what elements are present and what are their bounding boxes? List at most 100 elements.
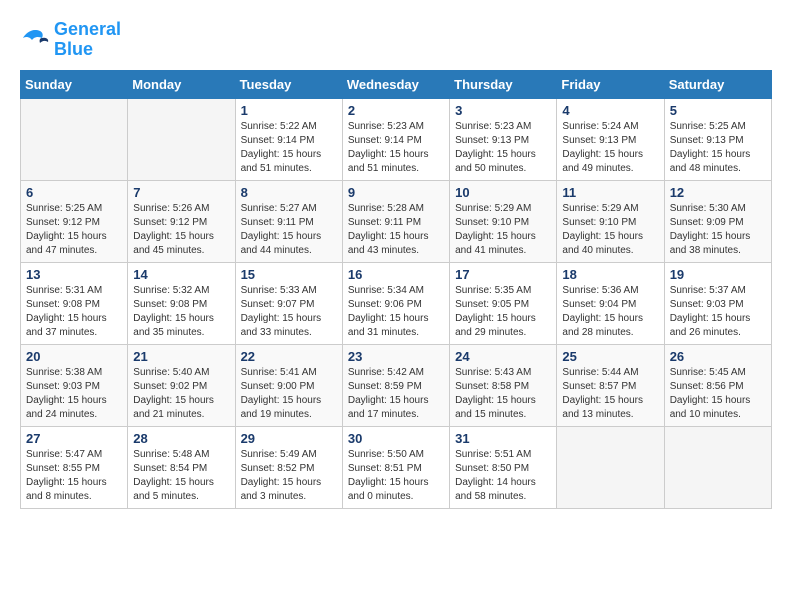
day-number: 25 <box>562 349 658 364</box>
calendar-day-cell <box>557 426 664 508</box>
weekday-header: Tuesday <box>235 70 342 98</box>
day-number: 13 <box>26 267 122 282</box>
calendar-day-cell: 21 Sunrise: 5:40 AM Sunset: 9:02 PM Dayli… <box>128 344 235 426</box>
day-info: Sunrise: 5:29 AM Sunset: 9:10 PM Dayligh… <box>562 202 658 258</box>
day-number: 3 <box>455 103 551 118</box>
logo: General Blue <box>20 20 121 60</box>
page-header: General Blue <box>20 20 772 60</box>
calendar-day-cell: 4 Sunrise: 5:24 AM Sunset: 9:13 PM Daylig… <box>557 98 664 180</box>
calendar-day-cell: 12 Sunrise: 5:30 AM Sunset: 9:09 PM Dayli… <box>664 180 771 262</box>
calendar-header-row: SundayMondayTuesdayWednesdayThursdayFrid… <box>21 70 772 98</box>
day-number: 15 <box>241 267 337 282</box>
day-info: Sunrise: 5:45 AM Sunset: 8:56 PM Dayligh… <box>670 366 766 422</box>
day-info: Sunrise: 5:23 AM Sunset: 9:13 PM Dayligh… <box>455 120 551 176</box>
day-info: Sunrise: 5:42 AM Sunset: 8:59 PM Dayligh… <box>348 366 444 422</box>
calendar-day-cell: 8 Sunrise: 5:27 AM Sunset: 9:11 PM Daylig… <box>235 180 342 262</box>
calendar-day-cell: 29 Sunrise: 5:49 AM Sunset: 8:52 PM Dayli… <box>235 426 342 508</box>
calendar-day-cell <box>664 426 771 508</box>
weekday-header: Thursday <box>450 70 557 98</box>
calendar-day-cell: 31Sunrise: 5:51 AM Sunset: 8:50 PM Dayli… <box>450 426 557 508</box>
calendar-day-cell: 17Sunrise: 5:35 AM Sunset: 9:05 PM Dayli… <box>450 262 557 344</box>
day-number: 28 <box>133 431 229 446</box>
day-number: 29 <box>241 431 337 446</box>
calendar-day-cell: 6Sunrise: 5:25 AM Sunset: 9:12 PM Daylig… <box>21 180 128 262</box>
weekday-header: Monday <box>128 70 235 98</box>
day-info: Sunrise: 5:25 AM Sunset: 9:13 PM Dayligh… <box>670 120 766 176</box>
day-info: Sunrise: 5:43 AM Sunset: 8:58 PM Dayligh… <box>455 366 551 422</box>
day-number: 21 <box>133 349 229 364</box>
day-number: 2 <box>348 103 444 118</box>
calendar-day-cell: 1Sunrise: 5:22 AM Sunset: 9:14 PM Daylig… <box>235 98 342 180</box>
calendar-day-cell: 2 Sunrise: 5:23 AM Sunset: 9:14 PM Daylig… <box>342 98 449 180</box>
logo-bird-icon <box>20 28 50 52</box>
day-info: Sunrise: 5:32 AM Sunset: 9:08 PM Dayligh… <box>133 284 229 340</box>
calendar-day-cell <box>128 98 235 180</box>
calendar-week-row: 20 Sunrise: 5:38 AM Sunset: 9:03 PM Dayli… <box>21 344 772 426</box>
calendar-table: SundayMondayTuesdayWednesdayThursdayFrid… <box>20 70 772 509</box>
day-number: 11 <box>562 185 658 200</box>
day-number: 5 <box>670 103 766 118</box>
calendar-day-cell: 28Sunrise: 5:48 AM Sunset: 8:54 PM Dayli… <box>128 426 235 508</box>
calendar-day-cell <box>21 98 128 180</box>
day-number: 20 <box>26 349 122 364</box>
weekday-header: Sunday <box>21 70 128 98</box>
calendar-day-cell: 25 Sunrise: 5:44 AM Sunset: 8:57 PM Dayli… <box>557 344 664 426</box>
calendar-week-row: 13 Sunrise: 5:31 AM Sunset: 9:08 PM Dayli… <box>21 262 772 344</box>
day-info: Sunrise: 5:36 AM Sunset: 9:04 PM Dayligh… <box>562 284 658 340</box>
day-info: Sunrise: 5:47 AM Sunset: 8:55 PM Dayligh… <box>26 448 122 504</box>
day-number: 27 <box>26 431 122 446</box>
calendar-day-cell: 14 Sunrise: 5:32 AM Sunset: 9:08 PM Dayli… <box>128 262 235 344</box>
day-info: Sunrise: 5:41 AM Sunset: 9:00 PM Dayligh… <box>241 366 337 422</box>
calendar-day-cell: 19 Sunrise: 5:37 AM Sunset: 9:03 PM Dayli… <box>664 262 771 344</box>
day-number: 31 <box>455 431 551 446</box>
day-number: 10 <box>455 185 551 200</box>
day-info: Sunrise: 5:33 AM Sunset: 9:07 PM Dayligh… <box>241 284 337 340</box>
day-info: Sunrise: 5:22 AM Sunset: 9:14 PM Dayligh… <box>241 120 337 176</box>
calendar-day-cell: 3 Sunrise: 5:23 AM Sunset: 9:13 PM Daylig… <box>450 98 557 180</box>
calendar-day-cell: 24 Sunrise: 5:43 AM Sunset: 8:58 PM Dayli… <box>450 344 557 426</box>
day-number: 18 <box>562 267 658 282</box>
day-number: 7 <box>133 185 229 200</box>
weekday-header: Friday <box>557 70 664 98</box>
day-info: Sunrise: 5:31 AM Sunset: 9:08 PM Dayligh… <box>26 284 122 340</box>
day-number: 9 <box>348 185 444 200</box>
weekday-header: Saturday <box>664 70 771 98</box>
day-info: Sunrise: 5:24 AM Sunset: 9:13 PM Dayligh… <box>562 120 658 176</box>
calendar-week-row: 27 Sunrise: 5:47 AM Sunset: 8:55 PM Dayli… <box>21 426 772 508</box>
day-info: Sunrise: 5:44 AM Sunset: 8:57 PM Dayligh… <box>562 366 658 422</box>
day-info: Sunrise: 5:27 AM Sunset: 9:11 PM Dayligh… <box>241 202 337 258</box>
day-info: Sunrise: 5:37 AM Sunset: 9:03 PM Dayligh… <box>670 284 766 340</box>
day-info: Sunrise: 5:29 AM Sunset: 9:10 PM Dayligh… <box>455 202 551 258</box>
logo-text: General Blue <box>54 20 121 60</box>
calendar-week-row: 6Sunrise: 5:25 AM Sunset: 9:12 PM Daylig… <box>21 180 772 262</box>
day-number: 30 <box>348 431 444 446</box>
calendar-day-cell: 16Sunrise: 5:34 AM Sunset: 9:06 PM Dayli… <box>342 262 449 344</box>
day-number: 19 <box>670 267 766 282</box>
day-info: Sunrise: 5:28 AM Sunset: 9:11 PM Dayligh… <box>348 202 444 258</box>
day-number: 8 <box>241 185 337 200</box>
calendar-day-cell: 23 Sunrise: 5:42 AM Sunset: 8:59 PM Dayli… <box>342 344 449 426</box>
calendar-day-cell: 18 Sunrise: 5:36 AM Sunset: 9:04 PM Dayli… <box>557 262 664 344</box>
day-info: Sunrise: 5:40 AM Sunset: 9:02 PM Dayligh… <box>133 366 229 422</box>
calendar-day-cell: 13 Sunrise: 5:31 AM Sunset: 9:08 PM Dayli… <box>21 262 128 344</box>
day-info: Sunrise: 5:30 AM Sunset: 9:09 PM Dayligh… <box>670 202 766 258</box>
day-number: 23 <box>348 349 444 364</box>
calendar-day-cell: 15 Sunrise: 5:33 AM Sunset: 9:07 PM Dayli… <box>235 262 342 344</box>
day-info: Sunrise: 5:34 AM Sunset: 9:06 PM Dayligh… <box>348 284 444 340</box>
day-info: Sunrise: 5:26 AM Sunset: 9:12 PM Dayligh… <box>133 202 229 258</box>
day-number: 24 <box>455 349 551 364</box>
day-info: Sunrise: 5:38 AM Sunset: 9:03 PM Dayligh… <box>26 366 122 422</box>
calendar-day-cell: 11 Sunrise: 5:29 AM Sunset: 9:10 PM Dayli… <box>557 180 664 262</box>
day-info: Sunrise: 5:50 AM Sunset: 8:51 PM Dayligh… <box>348 448 444 504</box>
day-info: Sunrise: 5:25 AM Sunset: 9:12 PM Dayligh… <box>26 202 122 258</box>
calendar-day-cell: 10 Sunrise: 5:29 AM Sunset: 9:10 PM Dayli… <box>450 180 557 262</box>
day-number: 14 <box>133 267 229 282</box>
calendar-day-cell: 20 Sunrise: 5:38 AM Sunset: 9:03 PM Dayli… <box>21 344 128 426</box>
day-info: Sunrise: 5:49 AM Sunset: 8:52 PM Dayligh… <box>241 448 337 504</box>
day-number: 12 <box>670 185 766 200</box>
day-info: Sunrise: 5:23 AM Sunset: 9:14 PM Dayligh… <box>348 120 444 176</box>
calendar-day-cell: 7 Sunrise: 5:26 AM Sunset: 9:12 PM Daylig… <box>128 180 235 262</box>
day-number: 4 <box>562 103 658 118</box>
calendar-day-cell: 26Sunrise: 5:45 AM Sunset: 8:56 PM Dayli… <box>664 344 771 426</box>
day-info: Sunrise: 5:35 AM Sunset: 9:05 PM Dayligh… <box>455 284 551 340</box>
